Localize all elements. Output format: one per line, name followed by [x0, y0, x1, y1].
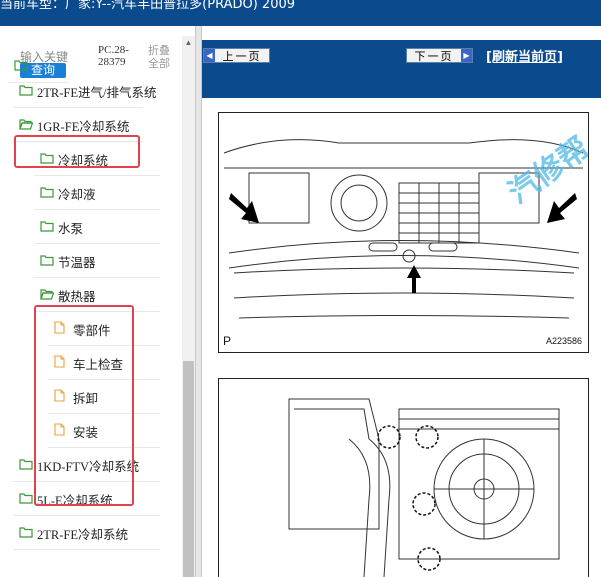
prev-page-button[interactable]: ◀ 上一页: [203, 48, 270, 63]
scroll-thumb[interactable]: [183, 361, 194, 577]
folder-open-icon: [40, 288, 55, 303]
panel-splitter[interactable]: [195, 26, 202, 577]
page-nav-bar: ◀ 上一页 下一页 ▶ [刷新当前页]: [202, 40, 601, 98]
folder-icon: [19, 492, 33, 507]
highlight-box-radiator: [34, 305, 134, 506]
folder-icon: [40, 254, 54, 269]
vehicle-label: 当前车型：: [0, 0, 66, 12]
document-content: ◀ 上一页 下一页 ▶ [刷新当前页] P A223586 汽修帮: [202, 26, 601, 577]
collapse-all-line2: 全部: [148, 57, 170, 70]
figure-radiator-front: P A223586: [218, 112, 589, 353]
next-page-label: 下一页: [414, 49, 454, 63]
collapse-all-button[interactable]: 折叠 全部: [148, 44, 170, 70]
tree-node-label: 散热器: [58, 289, 96, 304]
next-page-button[interactable]: 下一页 ▶: [406, 48, 473, 63]
folder-icon: [40, 220, 54, 235]
prev-page-label: 上一页: [222, 49, 262, 63]
tree-node[interactable]: 节温器: [34, 245, 160, 278]
tree-scrollbar[interactable]: ▲: [182, 36, 195, 577]
folder-icon: [19, 526, 33, 541]
left-arrow-icon: ◀: [204, 49, 215, 62]
doc-code: PC.28- 28379: [98, 44, 129, 68]
vehicle-name: 厂家:Y--汽车丰田普拉多(PRADO) 2009: [65, 0, 296, 12]
tree-node-label: 冷却液: [58, 187, 96, 202]
folder-icon: [40, 186, 54, 201]
right-arrow-icon: ▶: [461, 49, 472, 62]
tree-node[interactable]: 2TR-FE冷却系统: [13, 517, 160, 550]
figure-corner-label: P: [223, 334, 232, 348]
tree-node-label: 节温器: [58, 255, 96, 270]
folder-icon: [19, 458, 33, 473]
navigation-tree-panel: 输入关键 查询 PC.28- 28379 折叠 全部 2TR-FE进气/排气系统…: [0, 26, 195, 577]
folder-icon: [19, 84, 33, 99]
highlight-box-1gr: [14, 135, 140, 168]
tree-node[interactable]: 水泵: [34, 211, 160, 244]
tree-node-label: 1GR-FE冷却系统: [37, 119, 130, 134]
collapse-all-line1: 折叠: [148, 44, 170, 57]
radiator-front-diagram: [223, 139, 584, 319]
tree-node[interactable]: 冷却液: [34, 177, 160, 210]
refresh-page-link[interactable]: [刷新当前页]: [486, 46, 563, 65]
vehicle-title-bar: 当前车型：厂家:Y--汽车丰田普拉多(PRADO) 2009: [0, 0, 601, 26]
folder-open-icon: [19, 118, 34, 133]
tree-node-label: 2TR-FE冷却系统: [37, 527, 128, 542]
tree-node-label: 2TR-FE进气/排气系统: [37, 85, 157, 100]
doc-code-line1: PC.28-: [98, 44, 129, 56]
figure-code: A223586: [545, 336, 582, 346]
doc-code-line2: 28379: [98, 56, 126, 68]
tree-node[interactable]: 2TR-FE进气/排气系统: [13, 75, 156, 108]
radiator-side-diagram: [288, 398, 560, 577]
folder-icon: [14, 59, 28, 74]
tree-node-label: 水泵: [58, 221, 84, 236]
scroll-up-arrow-icon[interactable]: ▲: [182, 36, 195, 49]
figure-radiator-side: [218, 378, 589, 577]
